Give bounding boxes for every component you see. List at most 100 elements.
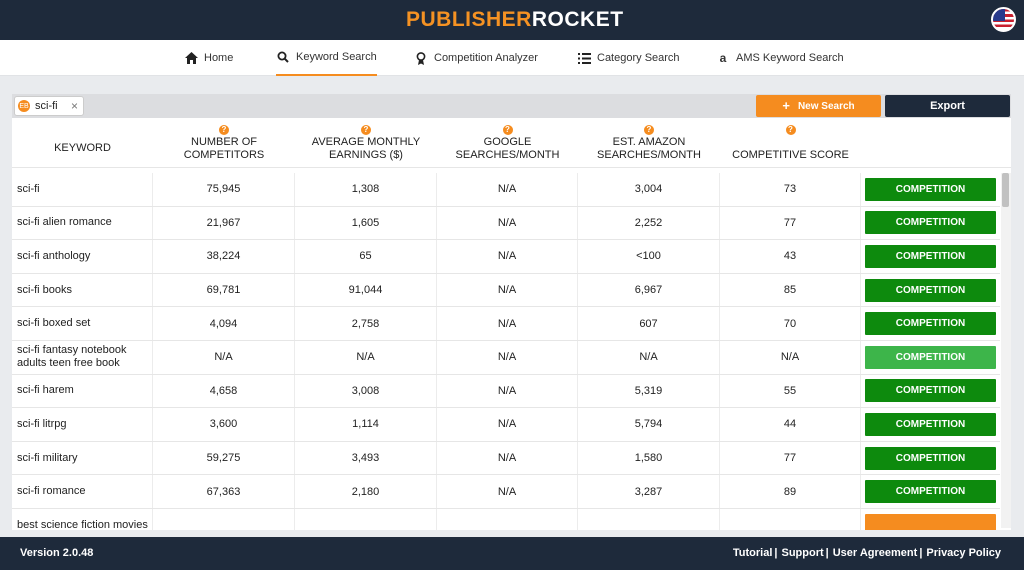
header-google[interactable]: ? GOOGLE SEARCHES/MONTH bbox=[437, 120, 578, 168]
cell-google: N/A bbox=[437, 340, 578, 374]
cell-google: N/A bbox=[437, 206, 578, 240]
help-icon[interactable]: ? bbox=[219, 125, 229, 135]
tab-home[interactable]: Home bbox=[184, 40, 233, 76]
cell-score: 55 bbox=[720, 374, 861, 408]
cell-action: COMPETITION bbox=[861, 207, 1000, 240]
competition-button[interactable]: COMPETITION bbox=[865, 412, 996, 436]
cell-keyword: sci-fi romance bbox=[12, 475, 153, 508]
cell-keyword: sci-fi bbox=[12, 173, 153, 206]
cell-amazon: 607 bbox=[578, 307, 720, 340]
cell-competitors: N/A bbox=[153, 340, 295, 374]
cell-competitors: 38,224 bbox=[153, 240, 295, 273]
table-row: sci-fi 75,945 1,308 N/A 3,004 73 COMPETITION bbox=[12, 173, 1000, 207]
cell-earnings: 1,308 bbox=[295, 173, 437, 206]
cell-score: 70 bbox=[720, 307, 861, 340]
table-row: sci-fi romance 67,363 2,180 N/A 3,287 89 COMPE… bbox=[12, 475, 1000, 509]
tutorial-link[interactable]: Tutorial bbox=[733, 547, 773, 559]
cell-score: 85 bbox=[720, 273, 861, 307]
scrollbar-thumb[interactable] bbox=[1002, 173, 1009, 207]
competition-button[interactable]: COMPETITION bbox=[865, 211, 996, 235]
cell-earnings: 2,758 bbox=[295, 307, 437, 340]
cell-competitors: 3,600 bbox=[153, 408, 295, 441]
cell-google: N/A bbox=[437, 307, 578, 340]
cell-action: COMPETITION bbox=[861, 341, 1000, 374]
cell-keyword: sci-fi alien romance bbox=[12, 206, 153, 240]
cell-amazon: 3,287 bbox=[578, 475, 720, 508]
table-row: sci-fi alien romance 21,967 1,605 N/A 2,252 7… bbox=[12, 206, 1000, 241]
competition-button[interactable]: COMPETITION bbox=[865, 177, 996, 201]
cell-earnings: 91,044 bbox=[295, 273, 437, 307]
support-link[interactable]: Support bbox=[781, 547, 823, 559]
competition-button[interactable]: COMPETITION bbox=[865, 244, 996, 268]
cell-action: COMPETITION bbox=[861, 442, 1000, 475]
tab-competition-analyzer[interactable]: Competition Analyzer bbox=[414, 40, 538, 76]
help-icon[interactable]: ? bbox=[502, 125, 513, 135]
cell-amazon: 2,252 bbox=[578, 206, 720, 240]
competition-button[interactable]: COMPETITION bbox=[865, 345, 996, 369]
header-keyword[interactable]: KEYWORD bbox=[12, 120, 153, 168]
cell-competitors: 69,781 bbox=[153, 273, 295, 307]
cell-competitors: 4,658 bbox=[153, 374, 295, 408]
cell-google: N/A bbox=[437, 240, 578, 273]
cell-action: COMPETITION bbox=[861, 173, 1000, 206]
table-row: sci-fi harem 4,658 3,008 N/A 5,319 55 COMPETIT… bbox=[12, 374, 1000, 409]
scrollbar[interactable] bbox=[1001, 173, 1011, 528]
cell-score bbox=[720, 508, 861, 530]
export-button[interactable]: Export bbox=[885, 95, 1010, 117]
help-icon[interactable]: ? bbox=[785, 125, 796, 135]
help-icon[interactable]: ? bbox=[361, 125, 371, 135]
cell-amazon bbox=[578, 508, 720, 530]
cell-keyword: best science fiction movies bbox=[12, 508, 153, 530]
cell-google: N/A bbox=[437, 173, 578, 206]
cell-action: COMPETITION bbox=[861, 274, 1000, 307]
cell-score: 77 bbox=[720, 441, 861, 475]
cell-google: N/A bbox=[437, 475, 578, 508]
medal-icon bbox=[414, 51, 428, 65]
ebook-icon: EB bbox=[18, 100, 30, 112]
new-search-button[interactable]: + New Search bbox=[756, 95, 881, 117]
cell-keyword: sci-fi books bbox=[12, 273, 153, 307]
cell-earnings: 1,605 bbox=[295, 206, 437, 240]
cell-amazon: 3,004 bbox=[578, 173, 720, 206]
cell-score: 89 bbox=[720, 475, 861, 508]
plus-icon: + bbox=[782, 98, 790, 113]
us-flag-icon[interactable] bbox=[991, 7, 1016, 32]
table-row: sci-fi fantasy notebook adults teen free… bbox=[12, 340, 1000, 375]
cell-action: COMPETITION bbox=[861, 408, 1000, 441]
competition-button[interactable]: COMPETITION bbox=[865, 379, 996, 403]
tab-category-search[interactable]: Category Search bbox=[577, 40, 680, 76]
header-score[interactable]: ? COMPETITIVE SCORE bbox=[720, 120, 861, 168]
competition-button[interactable]: COMPETITION bbox=[865, 278, 996, 302]
header-amazon[interactable]: ? EST. AMAZON SEARCHES/MONTH bbox=[578, 120, 720, 168]
cell-google: N/A bbox=[437, 374, 578, 408]
cell-earnings: N/A bbox=[295, 340, 437, 374]
header-competitors[interactable]: ? NUMBER OF COMPETITORS bbox=[153, 120, 295, 168]
search-chip[interactable]: EB sci-fi × bbox=[14, 96, 84, 116]
cell-amazon: 5,319 bbox=[578, 374, 720, 408]
footer-links: Tutorial | Support | User Agreement | Priva… bbox=[732, 547, 1001, 559]
cell-amazon: <100 bbox=[578, 240, 720, 273]
cell-score: 73 bbox=[720, 173, 861, 206]
tab-ams-keyword-search[interactable]: a AMS Keyword Search bbox=[716, 40, 844, 76]
cell-earnings bbox=[295, 508, 437, 530]
user-agreement-link[interactable]: User Agreement bbox=[833, 547, 918, 559]
help-icon[interactable]: ? bbox=[644, 125, 654, 135]
table-row: sci-fi military 59,275 3,493 N/A 1,580 77 COMP… bbox=[12, 441, 1000, 476]
header-earnings[interactable]: ? AVERAGE MONTHLY EARNINGS ($) bbox=[295, 120, 437, 168]
cell-google: N/A bbox=[437, 273, 578, 307]
cell-google bbox=[437, 508, 578, 530]
competition-button[interactable] bbox=[865, 513, 996, 530]
close-icon[interactable]: × bbox=[71, 99, 78, 113]
tab-keyword-search[interactable]: Keyword Search bbox=[276, 40, 377, 76]
top-bar: PUBLISHERROCKET bbox=[0, 0, 1024, 40]
cell-keyword: sci-fi anthology bbox=[12, 240, 153, 273]
cell-earnings: 2,180 bbox=[295, 475, 437, 508]
competition-button[interactable]: COMPETITION bbox=[865, 312, 996, 336]
privacy-policy-link[interactable]: Privacy Policy bbox=[926, 547, 1001, 559]
cell-action: COMPETITION bbox=[861, 240, 1000, 273]
cell-action bbox=[861, 509, 1000, 530]
competition-button[interactable]: COMPETITION bbox=[865, 480, 996, 504]
cell-keyword: sci-fi litrpg bbox=[12, 408, 153, 441]
search-icon bbox=[276, 50, 290, 64]
competition-button[interactable]: COMPETITION bbox=[865, 446, 996, 470]
